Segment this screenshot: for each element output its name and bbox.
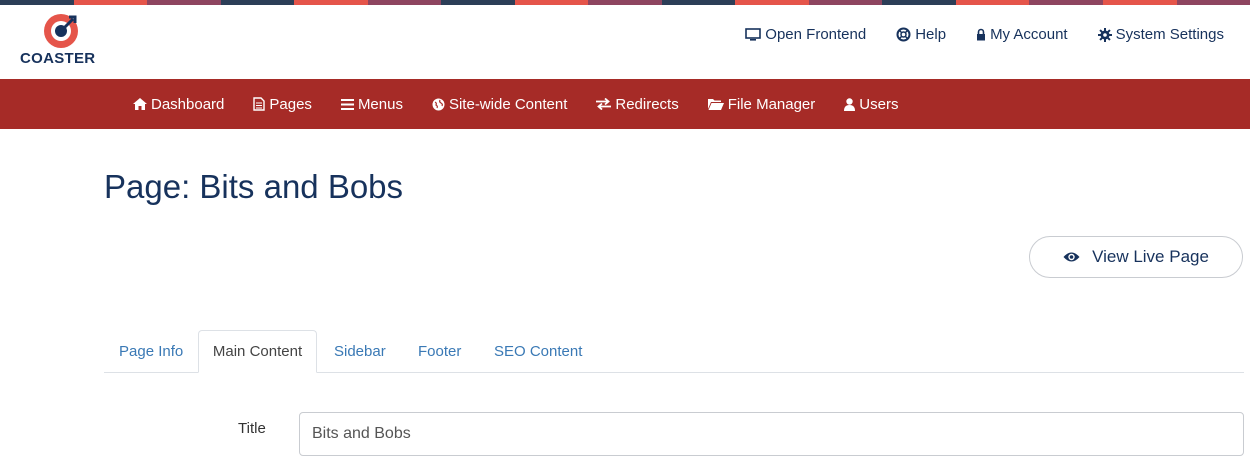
tab-page-info[interactable]: Page Info — [119, 330, 183, 372]
user-icon — [844, 97, 856, 111]
monitor-icon — [745, 27, 762, 41]
nav-redirects[interactable]: Redirects — [596, 95, 679, 113]
nav-menus-label: Menus — [357, 95, 403, 113]
nav-dashboard-label: Dashboard — [151, 95, 225, 113]
title-field-label: Title — [238, 420, 266, 437]
lifebuoy-icon — [896, 27, 911, 42]
main-navigation: Dashboard Pages Menus Site-wide Content — [0, 79, 1250, 129]
tab-sidebar[interactable]: Sidebar — [334, 330, 386, 372]
lock-icon — [977, 28, 986, 41]
logo-text: COASTER — [20, 50, 96, 67]
bars-icon — [340, 98, 354, 110]
logo-mark-icon — [44, 14, 78, 48]
top-utility-nav: Open Frontend Help My Account System Set… — [715, 26, 1224, 43]
gear-icon — [1097, 27, 1112, 42]
nav-users[interactable]: Users — [844, 96, 898, 113]
view-live-page-button[interactable]: View Live Page — [1029, 236, 1243, 278]
nav-file-manager-label: File Manager — [727, 95, 816, 113]
nav-dashboard[interactable]: Dashboard — [133, 96, 224, 113]
eye-icon — [1063, 252, 1080, 262]
tab-seo-content[interactable]: SEO Content — [494, 330, 582, 372]
nav-site-wide-content[interactable]: Site-wide Content — [432, 96, 567, 113]
my-account-label: My Account — [990, 26, 1068, 43]
open-frontend-label: Open Frontend — [765, 26, 867, 43]
home-icon — [133, 98, 147, 110]
tab-main-content[interactable]: Main Content — [198, 330, 317, 373]
open-frontend-link[interactable]: Open Frontend — [745, 26, 866, 43]
nav-pages[interactable]: Pages — [253, 96, 312, 113]
globe-icon — [432, 98, 445, 110]
tab-footer[interactable]: Footer — [418, 330, 461, 372]
my-account-link[interactable]: My Account — [976, 26, 1068, 43]
nav-file-manager[interactable]: File Manager — [707, 95, 816, 113]
system-settings-link[interactable]: System Settings — [1097, 26, 1224, 43]
help-label: Help — [915, 26, 947, 43]
content-tabs: Page Info Main Content Sidebar Footer SE… — [104, 330, 1244, 373]
coaster-logo[interactable]: COASTER — [18, 10, 102, 70]
view-live-page-label: View Live Page — [1092, 247, 1209, 266]
nav-redirects-label: Redirects — [615, 95, 679, 113]
exchange-icon — [596, 98, 612, 110]
file-icon — [253, 97, 266, 111]
system-settings-label: System Settings — [1115, 26, 1224, 43]
title-input[interactable] — [299, 412, 1244, 456]
nav-users-label: Users — [859, 95, 899, 113]
nav-pages-label: Pages — [269, 95, 312, 113]
help-link[interactable]: Help — [896, 26, 946, 43]
nav-menus[interactable]: Menus — [340, 95, 403, 113]
brand-color-stripe — [0, 0, 1250, 5]
page-title: Page: Bits and Bobs — [104, 168, 404, 205]
folder-open-icon — [707, 99, 724, 110]
nav-site-wide-content-label: Site-wide Content — [448, 95, 568, 113]
